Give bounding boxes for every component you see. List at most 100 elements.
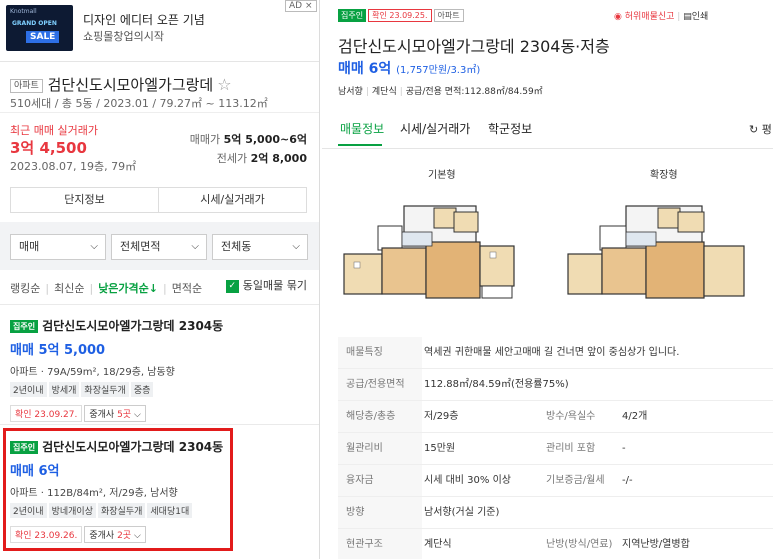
ad-thumb-sale: SALE [26, 31, 60, 43]
row-value: 지역난방/열병합 [622, 539, 690, 550]
print-label: 인쇄 [691, 12, 709, 22]
owner-tag: 집주인 [10, 320, 39, 333]
report-button[interactable]: ◉ 허위매물신고 [614, 12, 674, 22]
area-select[interactable]: 전체면적 ⌵ [111, 234, 207, 260]
ad-banner[interactable]: Knotmall GRAND OPEN SALE 디자인 에디터 오픈 기념 쇼… [0, 0, 319, 62]
confirm-date: 확인 23.09.27. [10, 405, 83, 422]
checkbox-checked-icon[interactable]: ✓ [225, 279, 239, 293]
tab-market-price[interactable]: 시세/실거래가 [400, 120, 470, 137]
ad-subtitle[interactable]: 쇼핑몰창업의시작 [83, 28, 164, 44]
row-header: 기보증금/월세 [546, 475, 605, 486]
complex-name: 검단신도시모아엘가그랑데 [47, 76, 214, 94]
ad-close-badge[interactable]: AD × [285, 0, 317, 12]
dong-select[interactable]: 전체동 ⌵ [212, 234, 308, 260]
row-header: 융자금 [338, 465, 422, 496]
recent-trade-label: 최근 매매 실거래가 [10, 124, 98, 137]
table-row: 현관구조 계단식 난방(방식/연료) 지역난방/열병합 [338, 529, 773, 559]
detail-panel: 집주인 확인 23.09.25. 아파트 ◉ 허위매물신고 | ▤인쇄 검단신도시모… [322, 0, 773, 559]
info-button-row: 단지정보 시세/실거래가 [10, 187, 307, 213]
complex-title: 아파트 검단신도시모아엘가그랑데 ☆ [10, 74, 232, 95]
floor-plan-basic[interactable] [342, 202, 526, 300]
list-item[interactable]: 집주인 검단신도시모아엘가그랑데 2304동 매매 5억 5,000 아파트 · … [10, 317, 310, 422]
complex-info-button[interactable]: 단지정보 [11, 188, 159, 212]
listing-title-text: 검단신도시모아엘가그랑데 2304동 [42, 319, 224, 333]
dong-value: 전체동 [221, 240, 252, 253]
feature-chip: 중층 [130, 382, 154, 397]
ad-thumbnail[interactable]: Knotmall GRAND OPEN SALE [6, 5, 73, 51]
chevron-down-icon: ⌵ [90, 241, 98, 252]
divider: | [677, 12, 681, 22]
active-tab-indicator [338, 144, 382, 146]
deal-type-value: 매매 [19, 240, 40, 253]
feature-chip: 방세개 [48, 382, 80, 397]
agent-count-button[interactable]: 중개사 5곳 ⌵ [84, 405, 146, 422]
favorite-star-icon[interactable]: ☆ [217, 75, 231, 94]
print-icon: ▤ [683, 12, 692, 22]
owner-tag: 집주인 [338, 9, 367, 22]
siren-icon: ◉ [614, 12, 622, 22]
row-value: 4/2개 [622, 411, 648, 422]
chevron-down-icon: ⌵ [131, 410, 141, 420]
tab-listing-info[interactable]: 매물정보 [340, 120, 384, 137]
sale-value: 5억 5,000~6억 [223, 133, 307, 146]
market-price-button[interactable]: 시세/실거래가 [159, 188, 306, 212]
jeonse-price-range: 전세가 2억 8,000 [217, 150, 307, 166]
meta-direction: 남서향 [338, 87, 363, 97]
refresh-button[interactable]: ↻ 평 [749, 121, 772, 137]
jeonse-label: 전세가 [216, 152, 248, 165]
agent-prefix: 중개사 [89, 410, 118, 420]
feature-chip: 2년이내 [10, 382, 47, 397]
detail-price-per: (1,757만원/3.3㎡) [396, 65, 481, 76]
listing-panel: Knotmall GRAND OPEN SALE 디자인 에디터 오픈 기념 쇼… [0, 0, 320, 559]
same-listing-toggle[interactable]: ✓ 동일매물 묶기 [225, 277, 307, 293]
table-row: 방향 남서향(거실 기준) [338, 497, 773, 529]
row-value: -/- [622, 475, 633, 486]
row-header: 매물특징 [338, 337, 422, 368]
area-value: 전체면적 [120, 240, 161, 253]
sort-ranking[interactable]: 랭킹순 [10, 282, 40, 295]
divider [0, 112, 319, 113]
meta-entrance: 계단식 [371, 87, 397, 97]
row-header: 난방(방식/연료) [546, 539, 613, 550]
recent-trade-price: 3억 4,500 [10, 139, 87, 157]
divider [0, 304, 319, 305]
row-header: 월관리비 [338, 433, 422, 464]
floor-plan-extended[interactable] [566, 202, 750, 300]
detail-tools: ◉ 허위매물신고 | ▤인쇄 [614, 9, 708, 22]
same-listing-label: 동일매물 묶기 [242, 279, 307, 292]
row-value: 저/29층 [424, 411, 459, 422]
sort-latest[interactable]: 최신순 [54, 282, 84, 295]
listing-title: 집주인 검단신도시모아엘가그랑데 2304동 [10, 317, 310, 334]
table-row: 융자금 시세 대비 30% 이상 기보증금/월세 -/- [338, 465, 773, 497]
row-header: 관리비 포함 [546, 443, 596, 454]
feature-chip: 화장실두개 [81, 382, 129, 397]
row-value: 남서향(거실 기준) [424, 507, 500, 518]
row-value: 계단식 [424, 539, 452, 550]
row-header: 방향 [338, 497, 422, 528]
plan-basic-label: 기본형 [428, 170, 456, 181]
ad-thumb-line: GRAND OPEN [12, 20, 57, 27]
complex-meta: 510세대 / 총 5동 / 2023.01 / 79.27㎡ ~ 113.12… [10, 97, 268, 110]
tab-school-info[interactable]: 학군정보 [488, 120, 532, 137]
row-value: 112.88㎡/84.59㎡(전용률75%) [424, 379, 569, 390]
row-value: 역세권 귀한매물 세안고매매 길 건너면 앞이 중심상가 입니다. [424, 347, 680, 358]
row-header: 방수/욕실수 [546, 411, 596, 422]
meta-area: 공급/전용 면적:112.88㎡/84.59㎡ [405, 87, 543, 97]
chevron-down-icon: ⌵ [191, 241, 199, 252]
sale-label: 매매가 [189, 133, 221, 146]
listing-footer: 확인 23.09.27. 중개사 5곳 ⌵ [10, 405, 310, 422]
detail-tabs: 매물정보 시세/실거래가 학군정보 [322, 106, 773, 149]
jeonse-value: 2억 8,000 [250, 152, 307, 165]
print-button[interactable]: ▤인쇄 [683, 12, 708, 22]
apt-tag: 아파트 [433, 9, 464, 22]
listing-chips: 2년이내 방세개 화장실두개 중층 [10, 382, 310, 397]
detail-price: 매매 6억 (1,757만원/3.3㎡) [338, 58, 480, 78]
ad-title[interactable]: 디자인 에디터 오픈 기념 [83, 11, 205, 28]
row-value: 시세 대비 30% 이상 [424, 475, 511, 486]
deal-type-select[interactable]: 매매 ⌵ [10, 234, 106, 260]
sort-area[interactable]: 면적순 [172, 282, 202, 295]
row-header: 해당층/총층 [338, 401, 422, 432]
sort-low-price[interactable]: 낮은가격순↓ [98, 282, 158, 295]
table-row: 해당층/총층 저/29층 방수/욕실수 4/2개 [338, 401, 773, 433]
detail-tags: 집주인 확인 23.09.25. 아파트 [338, 9, 464, 22]
